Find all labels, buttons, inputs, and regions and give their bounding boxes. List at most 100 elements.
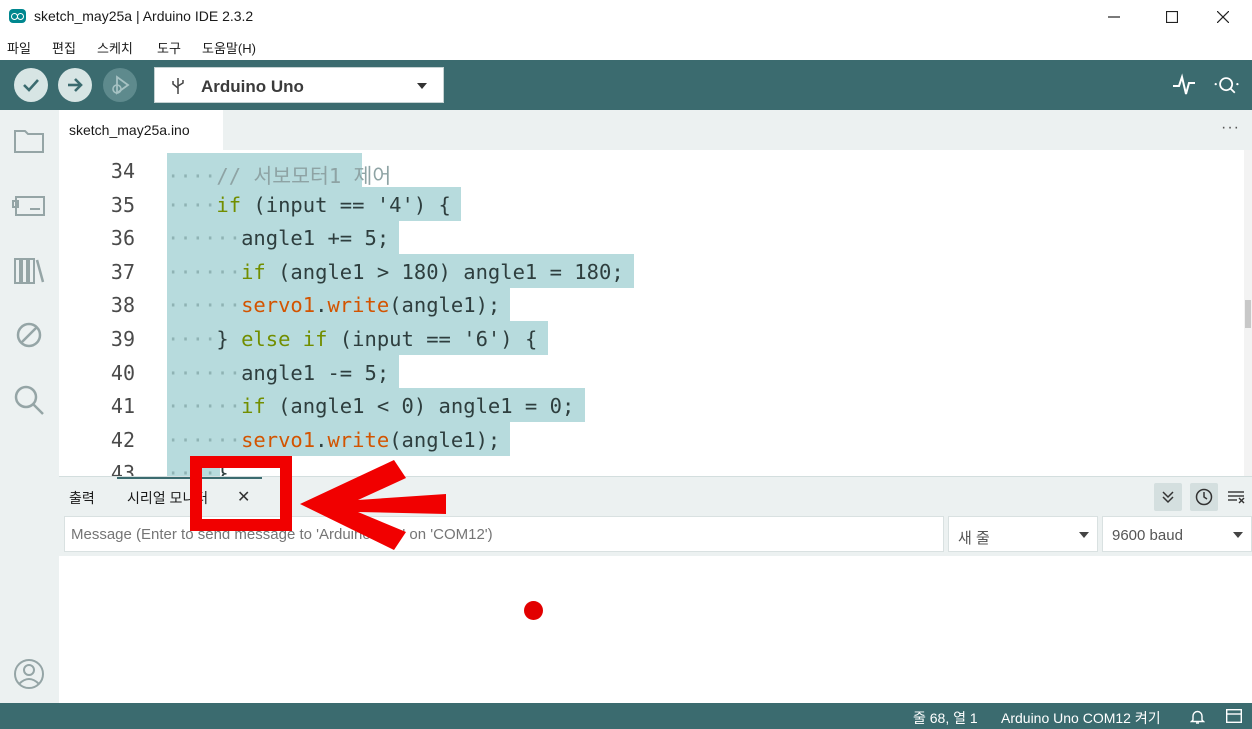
line-ending-select[interactable]: 새 줄: [948, 516, 1098, 552]
code-line: 39 ····} else if (input == '6') {: [59, 321, 1239, 355]
line-ending-value: 새 줄: [958, 530, 990, 547]
code-token: (angle1);: [389, 427, 501, 452]
close-button[interactable]: [1194, 0, 1252, 34]
editor-scrollbar[interactable]: [1244, 150, 1252, 476]
usb-icon: [172, 78, 184, 94]
tab-sketch-file[interactable]: sketch_may25a.ino: [59, 110, 223, 150]
indent-guide: ······: [167, 394, 242, 419]
code-token: write: [327, 427, 390, 452]
code-text: ····} else if (input == '6') {: [167, 327, 537, 351]
panel-icon[interactable]: [1226, 709, 1242, 723]
code-text: ······if (angle1 > 180) angle1 = 180;: [167, 260, 624, 284]
debug-button[interactable]: [103, 68, 137, 102]
minimize-icon: [1108, 16, 1120, 18]
line-number: 42: [110, 427, 135, 452]
baud-rate-value: 9600 baud: [1112, 527, 1183, 544]
code-token: (angle1);: [389, 293, 501, 318]
code-text: ····// 서보모터1 제어: [167, 159, 391, 189]
left-sidebar: [0, 110, 59, 703]
toolbar: Arduino Uno: [0, 60, 1252, 110]
code-token: .: [315, 293, 328, 318]
code-line: 38 ······servo1.write(angle1);: [59, 287, 1239, 322]
debug-forbidden-icon[interactable]: [12, 318, 46, 352]
indent-guide: ····: [167, 192, 217, 217]
library-icon[interactable]: [12, 253, 46, 287]
clear-output-icon: [1228, 491, 1245, 504]
menu-bar: 파일 편집 스케치 도구 도움말(H): [0, 34, 1252, 60]
code-line: 34 ····// 서보모터1 제어: [59, 153, 1239, 189]
code-text: ······angle1 += 5;: [167, 226, 389, 250]
code-line: 35 ····if (input == '4') {: [59, 186, 1239, 221]
timestamp-icon: [1195, 488, 1213, 506]
chevron-down-icon: [1079, 532, 1089, 538]
line-number: 43: [110, 461, 135, 476]
debug-icon: [112, 75, 130, 95]
code-token: // 서보모터1 제어: [216, 164, 392, 188]
verify-button[interactable]: [14, 68, 48, 102]
menu-edit[interactable]: 편집: [52, 38, 76, 57]
chevron-down-icon: [1233, 532, 1243, 538]
account-icon[interactable]: [12, 657, 46, 691]
maximize-button[interactable]: [1143, 0, 1201, 34]
scrollbar-thumb[interactable]: [1245, 300, 1251, 328]
baud-rate-select[interactable]: 9600 baud: [1102, 516, 1252, 552]
clear-output-button[interactable]: [1222, 483, 1250, 511]
arrow-right-icon: [68, 78, 83, 92]
line-number: 37: [110, 259, 135, 284]
code-line: 37 ······if (angle1 > 180) angle1 = 180;: [59, 253, 1239, 288]
bell-icon[interactable]: [1190, 709, 1205, 724]
indent-guide: ····: [167, 327, 217, 351]
board-name: Arduino Uno: [201, 77, 304, 96]
more-actions-button[interactable]: ···: [1221, 119, 1240, 137]
line-number: 35: [110, 192, 135, 217]
menu-file[interactable]: 파일: [7, 38, 31, 57]
cursor-position[interactable]: 줄 68, 열 1: [913, 708, 978, 728]
board-selector[interactable]: Arduino Uno: [154, 67, 444, 103]
code-text: ······servo1.write(angle1);: [167, 293, 500, 317]
magnifier-dots-icon[interactable]: [1214, 72, 1240, 98]
pulse-icon[interactable]: [1171, 72, 1197, 98]
menu-sketch[interactable]: 스케치: [97, 38, 133, 57]
code-token: if: [302, 327, 328, 351]
folder-icon[interactable]: [12, 122, 46, 156]
minimize-button[interactable]: [1085, 0, 1143, 34]
code-token: servo1: [241, 293, 316, 318]
title-bar: sketch_may25a | Arduino IDE 2.3.2: [0, 0, 1252, 34]
code-token: if: [241, 259, 266, 284]
code-token: (input == '6') {: [327, 327, 538, 351]
serial-output-area[interactable]: [59, 556, 1252, 703]
menu-help[interactable]: 도움말(H): [202, 38, 256, 57]
code-token: angle1 += 5;: [241, 226, 390, 251]
board-port-status[interactable]: Arduino Uno COM12 켜기: [1001, 708, 1161, 728]
code-token: servo1: [241, 427, 316, 452]
code-token: write: [327, 293, 390, 318]
editor-tab-bar: sketch_may25a.ino ···: [59, 110, 1252, 150]
indent-guide: ······: [167, 360, 242, 385]
code-editor[interactable]: 43 ····} 42 ······servo1.write(angle1); 41 ··…: [59, 150, 1252, 476]
board-icon[interactable]: [12, 187, 46, 221]
timestamp-button[interactable]: [1190, 483, 1218, 511]
line-number: 39: [110, 327, 135, 351]
chevron-down-icon: [417, 83, 427, 89]
code-token: if: [241, 394, 266, 419]
code-token: angle1 -= 5;: [241, 360, 390, 385]
code-text: ····if (input == '4') {: [167, 193, 451, 217]
code-token: if: [216, 192, 242, 217]
indent-guide: ······: [167, 226, 242, 251]
upload-button[interactable]: [58, 68, 92, 102]
menu-tools[interactable]: 도구: [157, 38, 181, 57]
line-number: 34: [110, 159, 135, 183]
check-icon: [23, 79, 39, 92]
code-token: .: [315, 427, 328, 452]
tab-output[interactable]: 출력: [69, 488, 95, 508]
search-icon[interactable]: [12, 383, 46, 417]
maximize-icon: [1166, 11, 1178, 23]
window-title: sketch_may25a | Arduino IDE 2.3.2: [34, 8, 254, 24]
code-line: 36 ······angle1 += 5;: [59, 220, 1239, 255]
annotation-arrow-icon: [300, 460, 446, 550]
code-token: (input == '4') {: [241, 192, 451, 217]
line-number: 38: [110, 293, 135, 318]
indent-guide: ······: [167, 293, 242, 318]
autoscroll-button[interactable]: [1154, 483, 1182, 511]
